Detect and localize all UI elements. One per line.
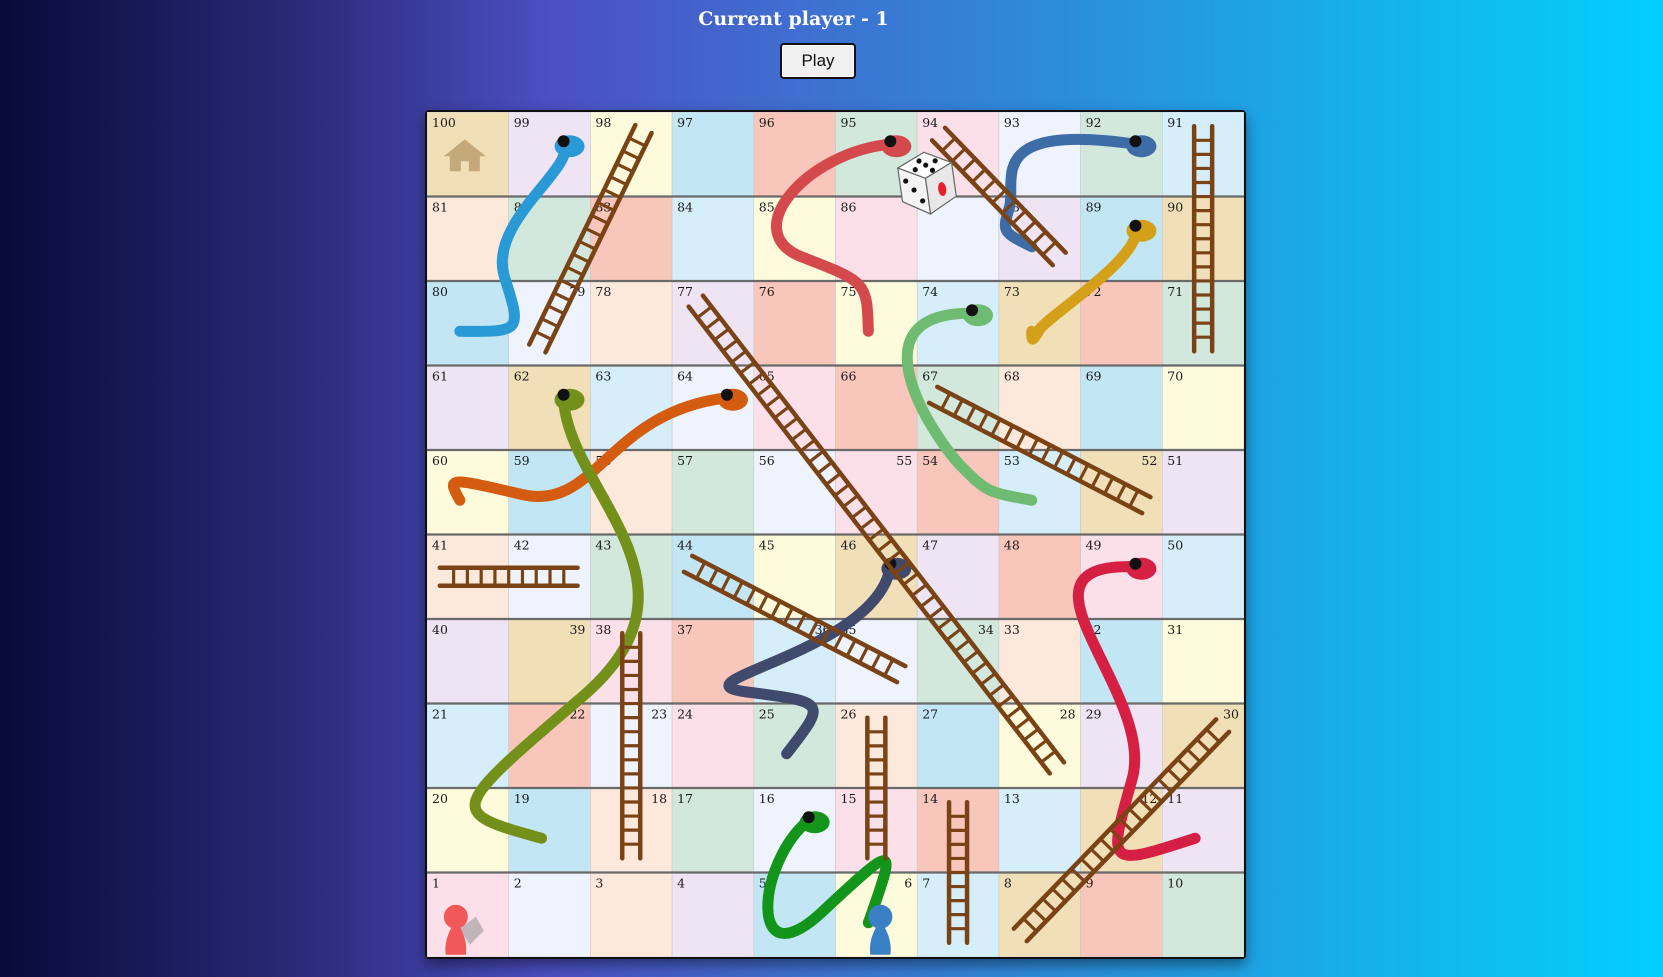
cell-number: 15 — [841, 791, 857, 806]
cell-number: 63 — [595, 369, 611, 384]
cell-number: 27 — [922, 707, 938, 722]
cell-number: 46 — [841, 538, 857, 553]
cell-number: 44 — [677, 538, 693, 553]
cell-number: 76 — [759, 284, 775, 299]
cell-number: 57 — [677, 453, 693, 468]
snake-eye — [557, 388, 570, 401]
cell-number: 8 — [1004, 876, 1012, 891]
cell-number: 19 — [514, 791, 530, 806]
cell-number: 73 — [1004, 284, 1020, 299]
play-button[interactable]: Play — [780, 43, 856, 79]
cell-number: 34 — [978, 622, 994, 637]
cell-number: 29 — [1086, 707, 1102, 722]
cell-number: 84 — [677, 200, 693, 215]
cell-number: 85 — [759, 200, 775, 215]
cell-number: 100 — [432, 115, 456, 130]
cell-number: 43 — [595, 538, 611, 553]
cell-number: 41 — [432, 538, 448, 553]
cell-number: 18 — [651, 791, 667, 806]
cell-number: 39 — [569, 622, 585, 637]
cell-number: 3 — [595, 876, 603, 891]
cell-number: 99 — [514, 115, 530, 130]
cell-number: 33 — [1004, 622, 1020, 637]
cell-number: 61 — [432, 369, 448, 384]
cell-number: 26 — [841, 707, 857, 722]
cell-number: 94 — [922, 115, 938, 130]
cell-number: 89 — [1086, 200, 1102, 215]
cell-number: 68 — [1004, 369, 1020, 384]
cell-number: 40 — [432, 622, 448, 637]
cell-number: 64 — [677, 369, 693, 384]
cell-number: 23 — [651, 707, 667, 722]
cell-number: 49 — [1086, 538, 1102, 553]
cell-number: 38 — [595, 622, 611, 637]
cell-number: 25 — [759, 707, 775, 722]
cell-number: 47 — [922, 538, 938, 553]
cell-number: 71 — [1167, 284, 1183, 299]
cell-number: 20 — [432, 791, 448, 806]
cell-number: 92 — [1086, 115, 1102, 130]
cell-number: 62 — [514, 369, 530, 384]
cell-number: 24 — [677, 707, 693, 722]
cell-number: 54 — [922, 453, 938, 468]
cell-number: 95 — [841, 115, 857, 130]
board-canvas: 1009998979695949392918182838485868788899… — [427, 112, 1244, 957]
cell-number: 67 — [922, 369, 938, 384]
snake-eye — [1129, 135, 1142, 148]
cell-number: 45 — [759, 538, 775, 553]
cell-number: 50 — [1167, 538, 1183, 553]
cell-number: 6 — [904, 876, 912, 891]
cell-number: 98 — [595, 115, 611, 130]
cell-number: 1 — [432, 876, 440, 891]
snake-eye — [1129, 219, 1142, 232]
snake-eye — [966, 304, 979, 317]
cell-number: 31 — [1167, 622, 1183, 637]
cell-number: 10 — [1167, 876, 1183, 891]
cell-number: 2 — [514, 876, 522, 891]
cell-number: 69 — [1086, 369, 1102, 384]
cell-number: 60 — [432, 453, 448, 468]
cell-number: 77 — [677, 284, 693, 299]
cell-number: 70 — [1167, 369, 1183, 384]
cell-number: 53 — [1004, 453, 1020, 468]
cell-number: 21 — [432, 707, 448, 722]
cell-number: 37 — [677, 622, 693, 637]
cell-number: 42 — [514, 538, 530, 553]
cell-number: 91 — [1167, 115, 1183, 130]
cell-number: 90 — [1167, 200, 1183, 215]
current-player-status: Current player - 1 — [698, 8, 889, 30]
cell-number: 7 — [922, 876, 930, 891]
cell-number: 74 — [922, 284, 938, 299]
cell-number: 48 — [1004, 538, 1020, 553]
snake-eye — [884, 135, 897, 148]
cell-number: 93 — [1004, 115, 1020, 130]
snake-eye — [720, 388, 733, 401]
cell-number: 78 — [595, 284, 611, 299]
cell-number: 66 — [841, 369, 857, 384]
snake-eye — [1129, 557, 1142, 570]
cell-number: 4 — [677, 876, 685, 891]
cell-number: 97 — [677, 115, 693, 130]
cell-number: 16 — [759, 791, 775, 806]
cell-number: 52 — [1141, 453, 1157, 468]
cell-number: 81 — [432, 200, 448, 215]
cell-number: 17 — [677, 791, 693, 806]
cell-number: 80 — [432, 284, 448, 299]
cell-number: 14 — [922, 791, 938, 806]
cell-number: 55 — [896, 453, 912, 468]
cell-number: 28 — [1060, 707, 1076, 722]
cell-number: 56 — [759, 453, 775, 468]
cell-number: 96 — [759, 115, 775, 130]
snake-eye — [802, 811, 815, 824]
snake-eye — [557, 135, 570, 148]
game-board[interactable]: 1009998979695949392918182838485868788899… — [425, 110, 1246, 959]
cell-number: 13 — [1004, 791, 1020, 806]
cell-number: 30 — [1223, 707, 1239, 722]
cell-number: 59 — [514, 453, 530, 468]
cell-number: 51 — [1167, 453, 1183, 468]
cell-number: 86 — [841, 200, 857, 215]
